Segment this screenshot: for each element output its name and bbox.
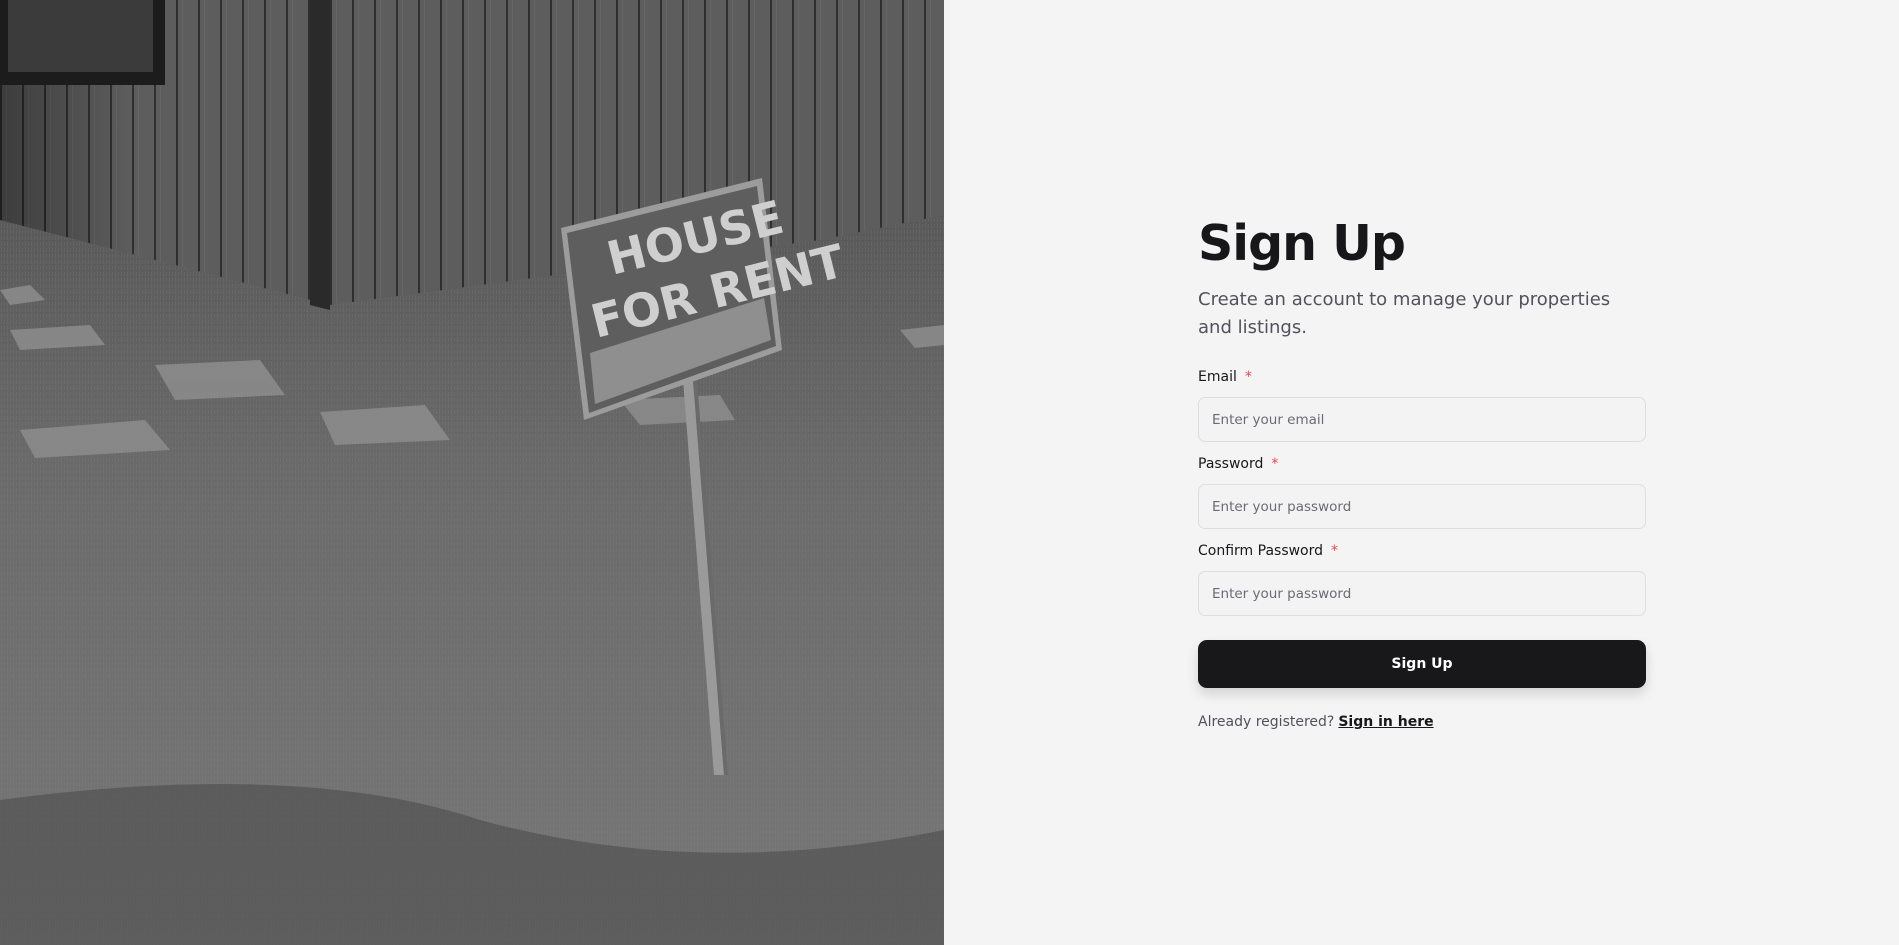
required-mark: * bbox=[1271, 456, 1279, 472]
email-label-row: Email * bbox=[1198, 367, 1646, 387]
email-field-group: Email * bbox=[1198, 367, 1646, 442]
password-field-group: Password * bbox=[1198, 454, 1646, 529]
already-registered-text: Already registered? bbox=[1198, 714, 1335, 730]
hero-image: HOUSE FOR RENT bbox=[0, 0, 944, 945]
confirm-password-label-row: Confirm Password * bbox=[1198, 541, 1646, 561]
sign-up-button[interactable]: Sign Up bbox=[1198, 640, 1646, 688]
required-mark: * bbox=[1331, 543, 1339, 559]
signup-form: Sign Up Create an account to manage your… bbox=[1198, 214, 1646, 730]
page-subtitle: Create an account to manage your propert… bbox=[1198, 289, 1611, 338]
confirm-password-input[interactable] bbox=[1198, 571, 1646, 616]
confirm-password-label: Confirm Password bbox=[1198, 543, 1324, 559]
required-mark: * bbox=[1244, 369, 1252, 385]
email-label: Email bbox=[1198, 369, 1237, 385]
confirm-password-field-group: Confirm Password * bbox=[1198, 541, 1646, 616]
house-for-rent-photo: HOUSE FOR RENT bbox=[0, 0, 944, 945]
password-label: Password bbox=[1198, 456, 1264, 472]
password-label-row: Password * bbox=[1198, 454, 1646, 474]
sign-in-link[interactable]: Sign in here bbox=[1338, 714, 1433, 730]
password-input[interactable] bbox=[1198, 484, 1646, 529]
email-input[interactable] bbox=[1198, 397, 1646, 442]
signup-panel: Sign Up Create an account to manage your… bbox=[944, 0, 1899, 945]
signin-prompt: Already registered? Sign in here bbox=[1198, 714, 1646, 730]
page-title: Sign Up bbox=[1198, 215, 1406, 272]
